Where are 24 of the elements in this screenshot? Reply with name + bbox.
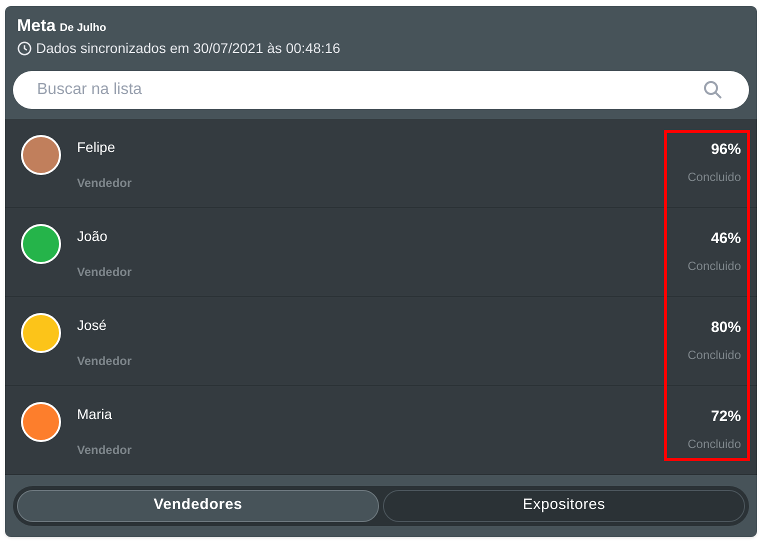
tab[interactable]: Vendedores xyxy=(17,490,379,522)
percent-value: 96% xyxy=(710,140,741,160)
role-label: Vendedor xyxy=(77,442,132,458)
role-label: Vendedor xyxy=(77,264,132,280)
person-name: Maria xyxy=(77,404,112,424)
percent-value: 46% xyxy=(710,228,741,248)
role-label: Vendedor xyxy=(77,174,132,192)
person-name: Felipe xyxy=(77,138,116,157)
subtitle: De Julho xyxy=(60,21,106,36)
percent-value: 80% xyxy=(710,318,741,338)
title: Meta xyxy=(17,16,56,36)
sync-status: Dados sincronizados em 30/07/2021 às 00:48:16 xyxy=(36,38,340,58)
search-icon[interactable] xyxy=(703,80,723,100)
percent-value: 72% xyxy=(710,406,741,426)
clock-icon xyxy=(17,40,32,56)
status-label: Concluido xyxy=(688,347,741,364)
status-label: Concluido xyxy=(688,436,741,453)
role-label: Vendedor xyxy=(77,352,132,370)
person-name: José xyxy=(77,316,107,334)
tab[interactable]: Expositores xyxy=(383,490,745,522)
person-name: João xyxy=(77,226,108,246)
search-field[interactable]: Buscar na lista xyxy=(13,70,749,108)
status-label: Concluido xyxy=(688,169,741,186)
status-label: Concluido xyxy=(688,258,741,275)
